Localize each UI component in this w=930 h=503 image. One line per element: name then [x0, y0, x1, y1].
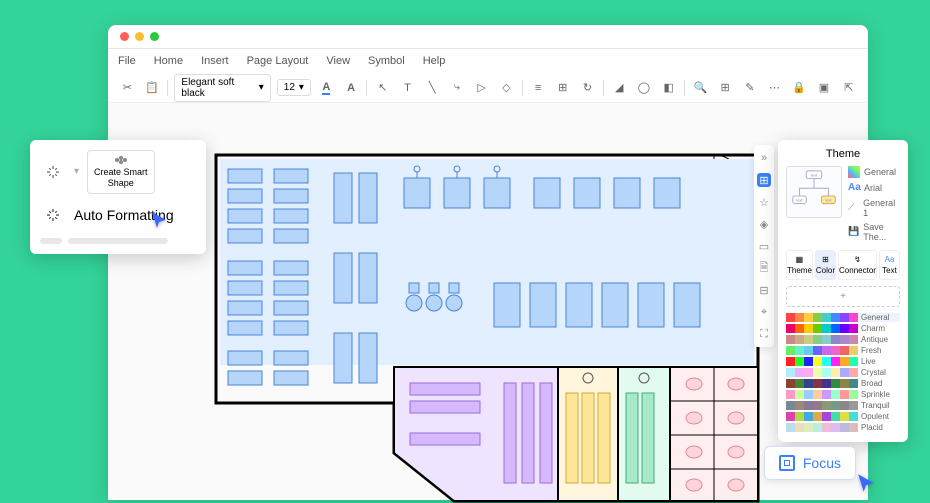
svg-text:text: text — [825, 199, 832, 203]
cube-icon[interactable]: ◈ — [757, 217, 771, 231]
tab-connector[interactable]: ↯Connector — [838, 250, 877, 280]
text-icon[interactable]: T — [398, 78, 417, 98]
line-icon[interactable]: ╲ — [423, 78, 442, 98]
palette-live[interactable]: Live — [786, 357, 900, 366]
menu-insert[interactable]: Insert — [201, 55, 229, 67]
tab-color[interactable]: ⊞Color — [815, 250, 836, 280]
right-tool-strip: » ⊞ ☆ ◈ ▭ 🗎 ⊟ ⌖ ⛶ — [754, 145, 774, 347]
tab-text[interactable]: AaText — [879, 250, 900, 280]
auto-formatting-button[interactable]: Auto Formatting — [40, 202, 196, 228]
theme-panel: Theme text text text General AaArial ⟋Gene… — [778, 140, 908, 442]
focus-button[interactable]: Focus — [764, 446, 856, 480]
theme-tool-icon[interactable]: ⊞ — [757, 173, 771, 187]
fill-icon[interactable]: ◢ — [610, 78, 629, 98]
auto-format-popover: ▾ Create Smart Shape Auto Formatting — [30, 140, 206, 254]
connector-icon[interactable]: ⤷ — [448, 78, 467, 98]
toolbar: ✂ 📋 Elegant soft black▾ 12▾ A A ↖ T ╲ ⤷ … — [108, 73, 868, 103]
font-select[interactable]: Elegant soft black▾ — [174, 74, 270, 102]
menu-symbol[interactable]: Symbol — [368, 55, 405, 67]
palette-opulent[interactable]: Opulent — [786, 412, 900, 421]
theme-opt-general1[interactable]: ⟋General 1 — [848, 198, 900, 218]
layers-icon[interactable]: ▣ — [815, 78, 834, 98]
menu-home[interactable]: Home — [154, 55, 183, 67]
font-color-icon[interactable]: A — [317, 78, 336, 98]
menu-view[interactable]: View — [326, 55, 350, 67]
rotate-icon[interactable]: ↻ — [578, 78, 597, 98]
cursor-icon — [856, 472, 876, 492]
palette-sprinkle[interactable]: Sprinkle — [786, 390, 900, 399]
add-palette-button[interactable]: + — [786, 286, 900, 307]
distribute-icon[interactable]: ⊞ — [553, 78, 572, 98]
lock-icon[interactable]: 🔒 — [790, 78, 809, 98]
expand-icon[interactable]: » — [757, 151, 771, 165]
palette-broad[interactable]: Broad — [786, 379, 900, 388]
doc-icon[interactable]: 🗎 — [757, 261, 771, 275]
palette-antique[interactable]: Antique — [786, 335, 900, 344]
floorplan — [214, 153, 760, 503]
theme-preview: text text text — [786, 166, 842, 218]
shape-icon[interactable]: ◇ — [497, 78, 516, 98]
crop-icon[interactable]: ◧ — [659, 78, 678, 98]
cursor-icon — [150, 210, 170, 230]
palette-crystal[interactable]: Crystal — [786, 368, 900, 377]
create-smart-shape-button[interactable]: Create Smart Shape — [87, 150, 155, 194]
focus-icon — [779, 455, 795, 471]
theme-opt-arial[interactable]: AaArial — [848, 182, 900, 194]
palette-general[interactable]: General — [786, 313, 900, 322]
theme-opt-save[interactable]: 💾Save The... — [848, 222, 900, 242]
maximize-dot[interactable] — [150, 32, 159, 41]
dropdown-icon[interactable]: ▾ — [74, 166, 79, 177]
bold-icon[interactable]: A — [342, 78, 361, 98]
more-icon[interactable]: ⋯ — [765, 78, 784, 98]
sparkle-icon[interactable] — [40, 159, 66, 185]
pointer-icon[interactable]: ▷ — [472, 78, 491, 98]
font-size[interactable]: 12▾ — [277, 79, 311, 96]
theme-opt-general[interactable]: General — [848, 166, 900, 178]
pen-icon[interactable]: ✎ — [740, 78, 759, 98]
close-dot[interactable] — [120, 32, 129, 41]
page-icon[interactable]: ▭ — [757, 239, 771, 253]
palette-placid[interactable]: Placid — [786, 423, 900, 432]
zoom-icon[interactable]: 🔍 — [691, 78, 710, 98]
svg-text:text: text — [796, 199, 803, 203]
palette-tranquil[interactable]: Tranquil — [786, 401, 900, 410]
paste-icon[interactable]: 📋 — [143, 78, 162, 98]
cursor-icon[interactable]: ↖ — [373, 78, 392, 98]
align-icon[interactable]: ≡ — [529, 78, 548, 98]
fullscreen-icon[interactable]: ⛶ — [757, 327, 771, 341]
menu-page-layout[interactable]: Page Layout — [247, 55, 309, 67]
star-icon[interactable]: ☆ — [757, 195, 771, 209]
svg-text:text: text — [811, 174, 818, 178]
palette-charm[interactable]: Charm — [786, 324, 900, 333]
titlebar — [108, 25, 868, 49]
format-slider[interactable] — [40, 238, 196, 244]
grid-icon[interactable]: ⊞ — [716, 78, 735, 98]
cut-icon[interactable]: ✂ — [118, 78, 137, 98]
palette-fresh[interactable]: Fresh — [786, 346, 900, 355]
export-icon[interactable]: ⇱ — [839, 78, 858, 98]
menu-help[interactable]: Help — [423, 55, 446, 67]
tab-theme[interactable]: ▦Theme — [786, 250, 813, 280]
target-icon[interactable]: ⌖ — [757, 305, 771, 319]
ruler-icon[interactable]: ⊟ — [757, 283, 771, 297]
stroke-icon[interactable]: ◯ — [635, 78, 654, 98]
minimize-dot[interactable] — [135, 32, 144, 41]
menubar: File Home Insert Page Layout View Symbol… — [108, 49, 868, 73]
theme-title: Theme — [786, 148, 900, 160]
menu-file[interactable]: File — [118, 55, 136, 67]
